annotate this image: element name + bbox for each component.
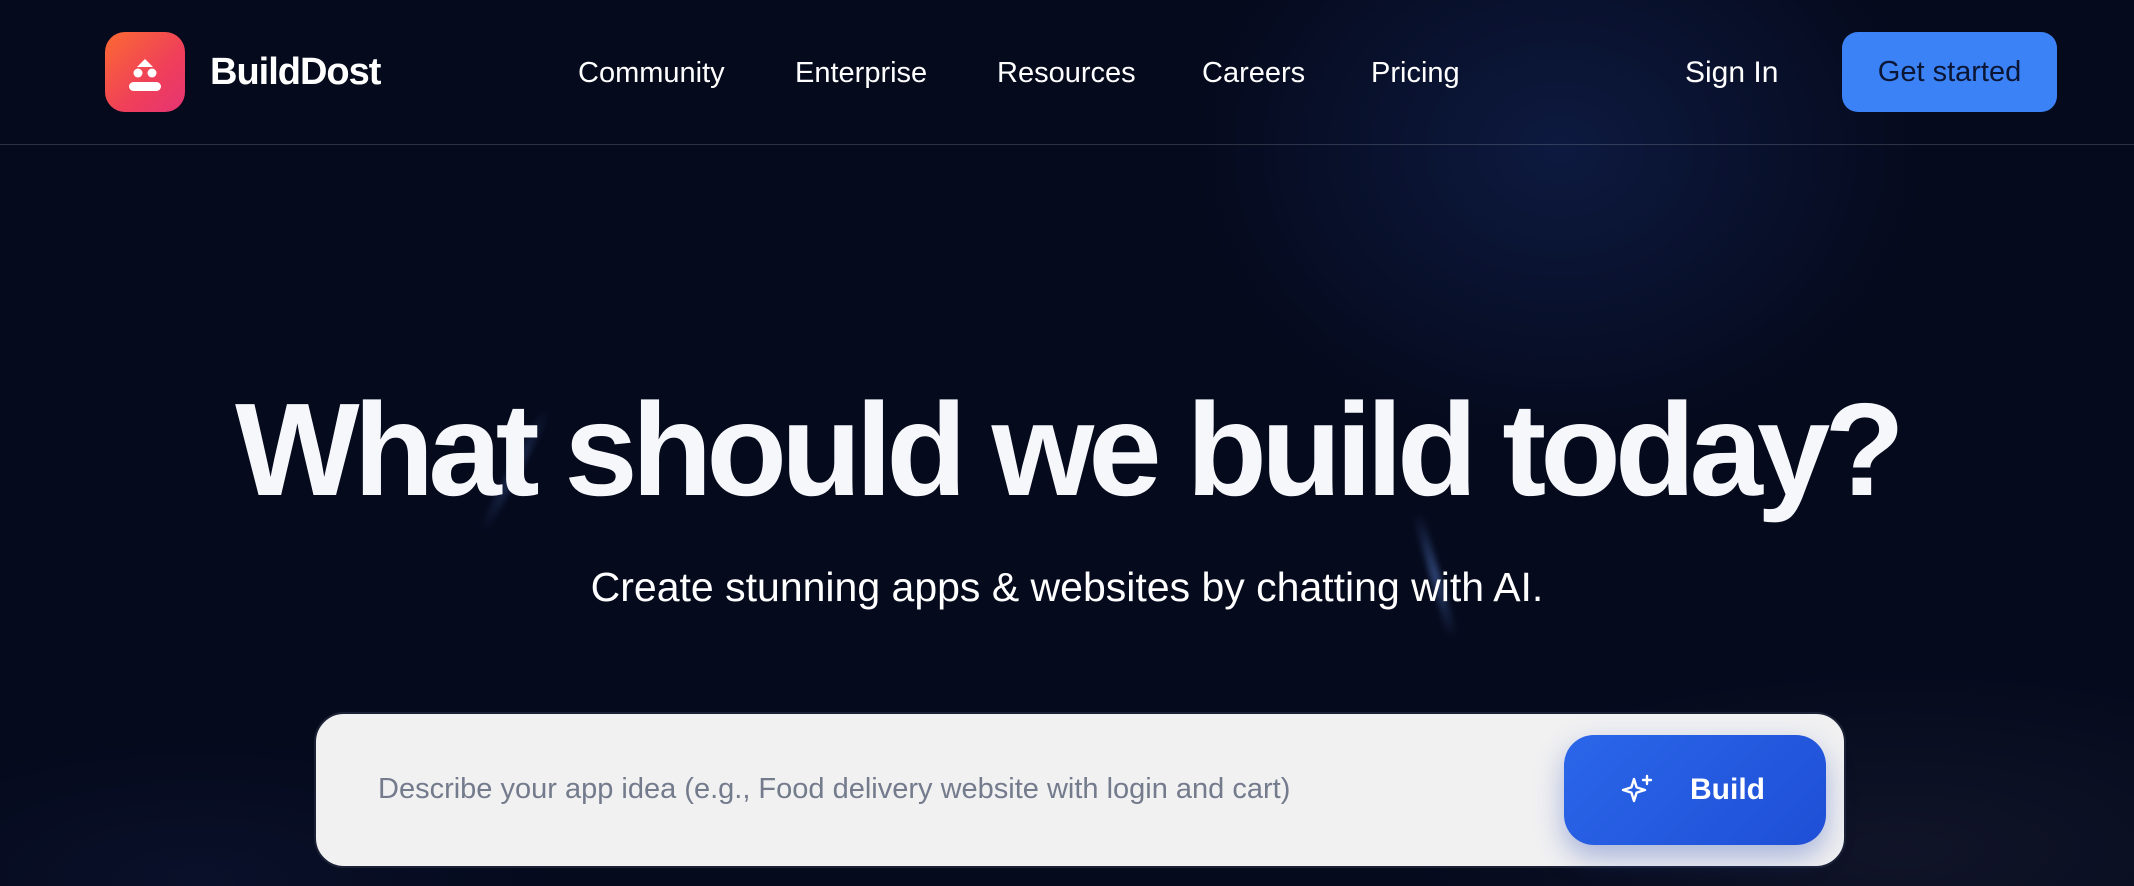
nav-link-enterprise[interactable]: Enterprise bbox=[795, 54, 927, 92]
nav-link-pricing[interactable]: Pricing bbox=[1371, 54, 1460, 92]
prompt-box: Build bbox=[314, 712, 1846, 868]
sparkles-icon bbox=[1621, 774, 1653, 803]
build-button-label: Build bbox=[1690, 773, 1765, 806]
site-header: BuildDost Community Enterprise Resources… bbox=[0, 0, 2134, 145]
get-started-button[interactable]: Get started bbox=[1842, 32, 2057, 112]
logo[interactable] bbox=[105, 32, 185, 112]
sign-in-link[interactable]: Sign In bbox=[1685, 54, 1778, 92]
app-idea-input[interactable] bbox=[378, 754, 1528, 824]
robot-icon bbox=[129, 59, 161, 91]
brand-name[interactable]: BuildDost bbox=[210, 46, 381, 98]
nav-link-community[interactable]: Community bbox=[578, 54, 725, 92]
build-button[interactable]: Build bbox=[1564, 735, 1826, 845]
hero-subtitle: Create stunning apps & websites by chatt… bbox=[590, 564, 1544, 610]
nav-link-careers[interactable]: Careers bbox=[1202, 54, 1305, 92]
nav-link-resources[interactable]: Resources bbox=[997, 54, 1136, 92]
hero-title: What should we build today? bbox=[235, 376, 1905, 523]
